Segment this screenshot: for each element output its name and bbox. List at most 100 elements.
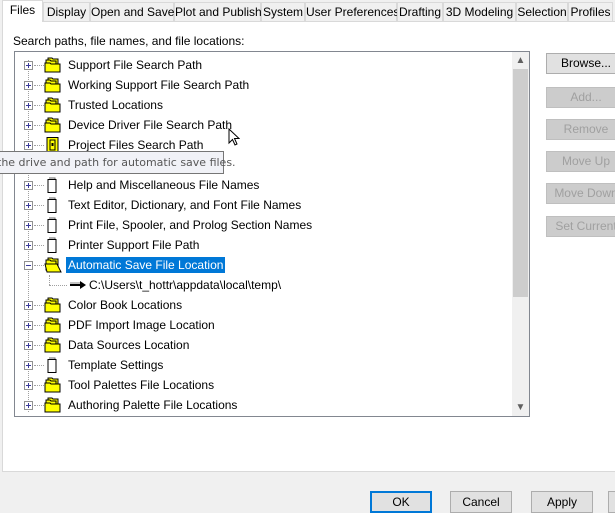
- remove-button[interactable]: Remove: [546, 119, 615, 140]
- add-button[interactable]: Add...: [546, 87, 615, 108]
- document-icon: [44, 217, 62, 233]
- tree-item[interactable]: Template Settings: [15, 355, 515, 375]
- tab-selection[interactable]: Selection: [516, 2, 568, 21]
- multi-folder-icon: [44, 97, 62, 113]
- expand-icon[interactable]: [24, 61, 33, 70]
- vertical-scrollbar[interactable]: ▲ ▼: [512, 52, 529, 416]
- tree-item[interactable]: Trusted Locations: [15, 95, 515, 115]
- tree-item-label[interactable]: Trusted Locations: [66, 97, 165, 113]
- tab-strip: Files Display Open and Save Plot and Pub…: [0, 0, 615, 22]
- collapse-icon[interactable]: [24, 261, 33, 270]
- move-up-button[interactable]: Move Up: [546, 151, 615, 172]
- tree-connector: [34, 65, 44, 66]
- ok-button[interactable]: OK: [370, 491, 432, 513]
- expand-icon[interactable]: [24, 141, 33, 150]
- tree-connector: [34, 405, 44, 406]
- expand-icon[interactable]: [24, 181, 33, 190]
- tree-connector: [34, 205, 44, 206]
- mouse-cursor-icon: [228, 128, 240, 146]
- tree-item-label[interactable]: Printer Support File Path: [66, 237, 201, 253]
- tree-item-label[interactable]: Print File, Spooler, and Prolog Section …: [66, 217, 314, 233]
- tree-item[interactable]: Working Support File Search Path: [15, 75, 515, 95]
- tree-connector: [34, 385, 44, 386]
- expand-icon[interactable]: [24, 381, 33, 390]
- tree-connector: [34, 185, 44, 186]
- tab-plot-and-publish[interactable]: Plot and Publish: [174, 2, 262, 21]
- tree-connector: [34, 305, 44, 306]
- tab-profiles[interactable]: Profiles: [568, 2, 613, 21]
- tree-item-label[interactable]: PDF Import Image Location: [66, 317, 217, 333]
- tree-child-label[interactable]: C:\Users\t_hottr\appdata\local\temp\: [89, 277, 281, 293]
- expand-icon[interactable]: [24, 241, 33, 250]
- move-down-button[interactable]: Move Down: [546, 183, 615, 204]
- tree-item-label[interactable]: Device Driver File Search Path: [66, 117, 234, 133]
- multi-folder-icon: [44, 317, 62, 333]
- multi-folder-icon: [44, 117, 62, 133]
- tab-system[interactable]: System: [261, 2, 305, 21]
- scrollbar-thumb[interactable]: [513, 69, 528, 297]
- tree-item-label[interactable]: Working Support File Search Path: [66, 77, 251, 93]
- browse-button[interactable]: Browse...: [546, 53, 615, 74]
- tree-item[interactable]: Text Editor, Dictionary, and Font File N…: [15, 195, 515, 215]
- tree-item-label[interactable]: Support File Search Path: [66, 57, 204, 73]
- tree-connector: [34, 245, 44, 246]
- tree-item[interactable]: Automatic Save File Location: [15, 255, 515, 275]
- tree-item-label[interactable]: Data Sources Location: [66, 337, 191, 353]
- multi-folder-icon: [44, 297, 62, 313]
- scroll-up-icon[interactable]: ▲: [512, 52, 529, 69]
- expand-icon[interactable]: [24, 341, 33, 350]
- tree-item[interactable]: Tool Palettes File Locations: [15, 375, 515, 395]
- tree-item-label[interactable]: Tool Palettes File Locations: [66, 377, 216, 393]
- tree-item[interactable]: Print File, Spooler, and Prolog Section …: [15, 215, 515, 235]
- tab-display[interactable]: Display: [43, 2, 90, 21]
- tree-item-label[interactable]: Text Editor, Dictionary, and Font File N…: [66, 197, 303, 213]
- multi-folder-icon: [44, 337, 62, 353]
- apply-button[interactable]: Apply: [531, 491, 593, 513]
- set-current-button[interactable]: Set Current: [546, 216, 615, 237]
- tab-open-and-save[interactable]: Open and Save: [90, 2, 174, 21]
- tree-connector: [34, 125, 44, 126]
- tree-item[interactable]: Authoring Palette File Locations: [15, 395, 515, 415]
- expand-icon[interactable]: [24, 221, 33, 230]
- expand-icon[interactable]: [24, 101, 33, 110]
- expand-icon[interactable]: [24, 401, 33, 410]
- expand-icon[interactable]: [24, 201, 33, 210]
- file-locations-tree[interactable]: Support File Search Path Working Support …: [14, 51, 530, 417]
- expand-icon[interactable]: [24, 121, 33, 130]
- multi-folder-icon: [44, 377, 62, 393]
- tree-item[interactable]: Device Driver File Search Path: [15, 115, 515, 135]
- expand-icon[interactable]: [24, 81, 33, 90]
- cancel-button[interactable]: Cancel: [450, 491, 512, 513]
- help-button[interactable]: [608, 491, 615, 513]
- tab-drafting[interactable]: Drafting: [397, 2, 443, 21]
- tree-connector: [34, 345, 44, 346]
- tree-item[interactable]: Color Book Locations: [15, 295, 515, 315]
- expand-icon[interactable]: [24, 321, 33, 330]
- multi-folder-icon: [44, 57, 62, 73]
- tree-item[interactable]: Data Sources Location: [15, 335, 515, 355]
- document-icon: [44, 197, 62, 213]
- tree-item[interactable]: Support File Search Path: [15, 55, 515, 75]
- scroll-down-icon[interactable]: ▼: [512, 399, 529, 416]
- tree-item-label[interactable]: Help and Miscellaneous File Names: [66, 177, 261, 193]
- tab-3d-modeling[interactable]: 3D Modeling: [443, 2, 516, 21]
- tree-item-label[interactable]: Color Book Locations: [66, 297, 184, 313]
- tooltip: the drive and path for automatic save fi…: [0, 151, 236, 174]
- tab-files[interactable]: Files: [2, 0, 43, 22]
- tree-item-label[interactable]: Template Settings: [66, 357, 165, 373]
- tree-connector: [34, 105, 44, 106]
- expand-icon[interactable]: [24, 361, 33, 370]
- tree-item-label[interactable]: Automatic Save File Location: [66, 257, 226, 273]
- multi-folder-icon: [44, 397, 62, 413]
- tree-item[interactable]: PDF Import Image Location: [15, 315, 515, 335]
- tree-connector: [34, 225, 44, 226]
- tree-connector: [34, 365, 44, 366]
- tree-item[interactable]: Printer Support File Path: [15, 235, 515, 255]
- expand-icon[interactable]: [24, 301, 33, 310]
- tab-user-preferences[interactable]: User Preferences: [305, 2, 399, 21]
- tree-item[interactable]: Help and Miscellaneous File Names: [15, 175, 515, 195]
- tree-heading: Search paths, file names, and file locat…: [13, 34, 245, 48]
- document-icon: [44, 357, 62, 373]
- tree-child-item[interactable]: C:\Users\t_hottr\appdata\local\temp\: [15, 275, 515, 295]
- tree-item-label[interactable]: Authoring Palette File Locations: [66, 397, 239, 413]
